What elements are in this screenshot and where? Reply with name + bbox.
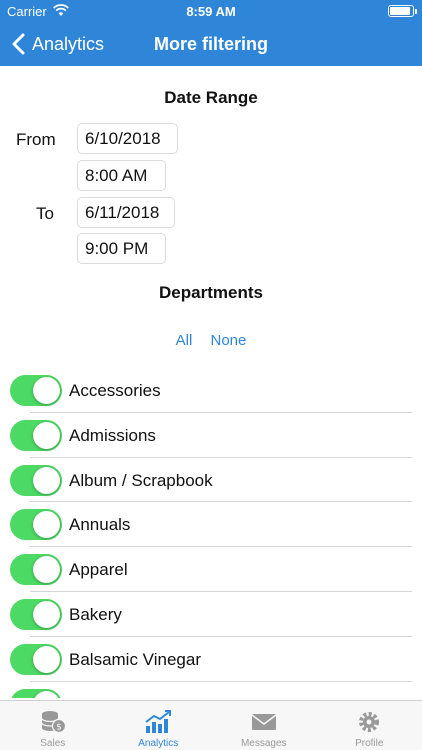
tab-label: Sales xyxy=(40,738,66,749)
department-label: Album / Scrapbook xyxy=(69,470,213,490)
department-label: Annuals xyxy=(69,515,131,535)
tab-label: Messages xyxy=(240,738,287,749)
list-item: Admissions xyxy=(0,413,422,458)
date-range-title: Date Range xyxy=(164,88,258,107)
to-date-field[interactable]: 6/11/2018 xyxy=(77,197,175,228)
select-links: All None xyxy=(0,332,422,349)
envelope-icon xyxy=(251,714,277,730)
top-bar: Carrier 8:59 AM Analytics More filtering xyxy=(0,0,422,66)
chart-icon xyxy=(145,710,172,733)
select-all-button[interactable]: All xyxy=(176,332,193,349)
department-label: Balsamic Vinegar xyxy=(69,649,201,669)
department-toggle[interactable] xyxy=(10,509,62,541)
department-toggle[interactable] xyxy=(10,688,62,698)
department-toggle[interactable] xyxy=(10,419,62,451)
department-label: Accessories xyxy=(69,381,161,400)
from-label: From xyxy=(16,130,56,149)
list-item: Balsamic Vinegar xyxy=(0,637,422,682)
from-time-field[interactable]: 8:00 AM xyxy=(77,160,166,191)
tab-bar: $ Sales Analytics Messages Profile xyxy=(0,700,422,750)
coins-icon: $ xyxy=(41,711,66,734)
department-label: Bakery xyxy=(69,604,122,624)
department-list: Accessories Admissions Album / Scrapbook… xyxy=(0,368,422,698)
tab-messages[interactable]: Messages xyxy=(211,701,317,750)
page-title: More filtering xyxy=(153,34,268,54)
tab-label: Profile xyxy=(355,738,384,749)
department-toggle[interactable] xyxy=(10,643,62,675)
list-item-partial xyxy=(0,682,422,698)
department-toggle[interactable] xyxy=(10,598,62,630)
list-item: Apparel xyxy=(0,547,422,592)
list-item: Accessories xyxy=(0,368,422,413)
department-toggle[interactable] xyxy=(10,464,62,496)
department-label: Admissions xyxy=(69,425,156,445)
battery-icon xyxy=(388,5,417,17)
list-item: Annuals xyxy=(0,502,422,548)
departments-title: Departments xyxy=(159,283,263,302)
to-label: To xyxy=(36,204,54,223)
department-label: Apparel xyxy=(69,560,128,580)
department-toggle[interactable] xyxy=(10,375,62,406)
tab-label: Analytics xyxy=(138,738,179,749)
department-toggle[interactable] xyxy=(10,554,62,586)
to-time-field[interactable]: 9:00 PM xyxy=(77,233,166,264)
svg-text:$: $ xyxy=(56,723,62,733)
tab-sales[interactable]: $ Sales xyxy=(0,701,106,750)
select-none-button[interactable]: None xyxy=(210,332,246,349)
from-date-field[interactable]: 6/10/2018 xyxy=(77,123,178,154)
navigation-bar: Analytics More filtering xyxy=(0,22,422,66)
status-time: 8:59 AM xyxy=(186,4,236,19)
gear-icon xyxy=(359,712,380,732)
list-item: Bakery xyxy=(0,592,422,637)
tab-analytics[interactable]: Analytics xyxy=(106,701,212,750)
status-bar: Carrier 8:59 AM xyxy=(0,0,422,22)
list-item: Album / Scrapbook xyxy=(0,458,422,503)
tab-profile[interactable]: Profile xyxy=(317,701,422,750)
